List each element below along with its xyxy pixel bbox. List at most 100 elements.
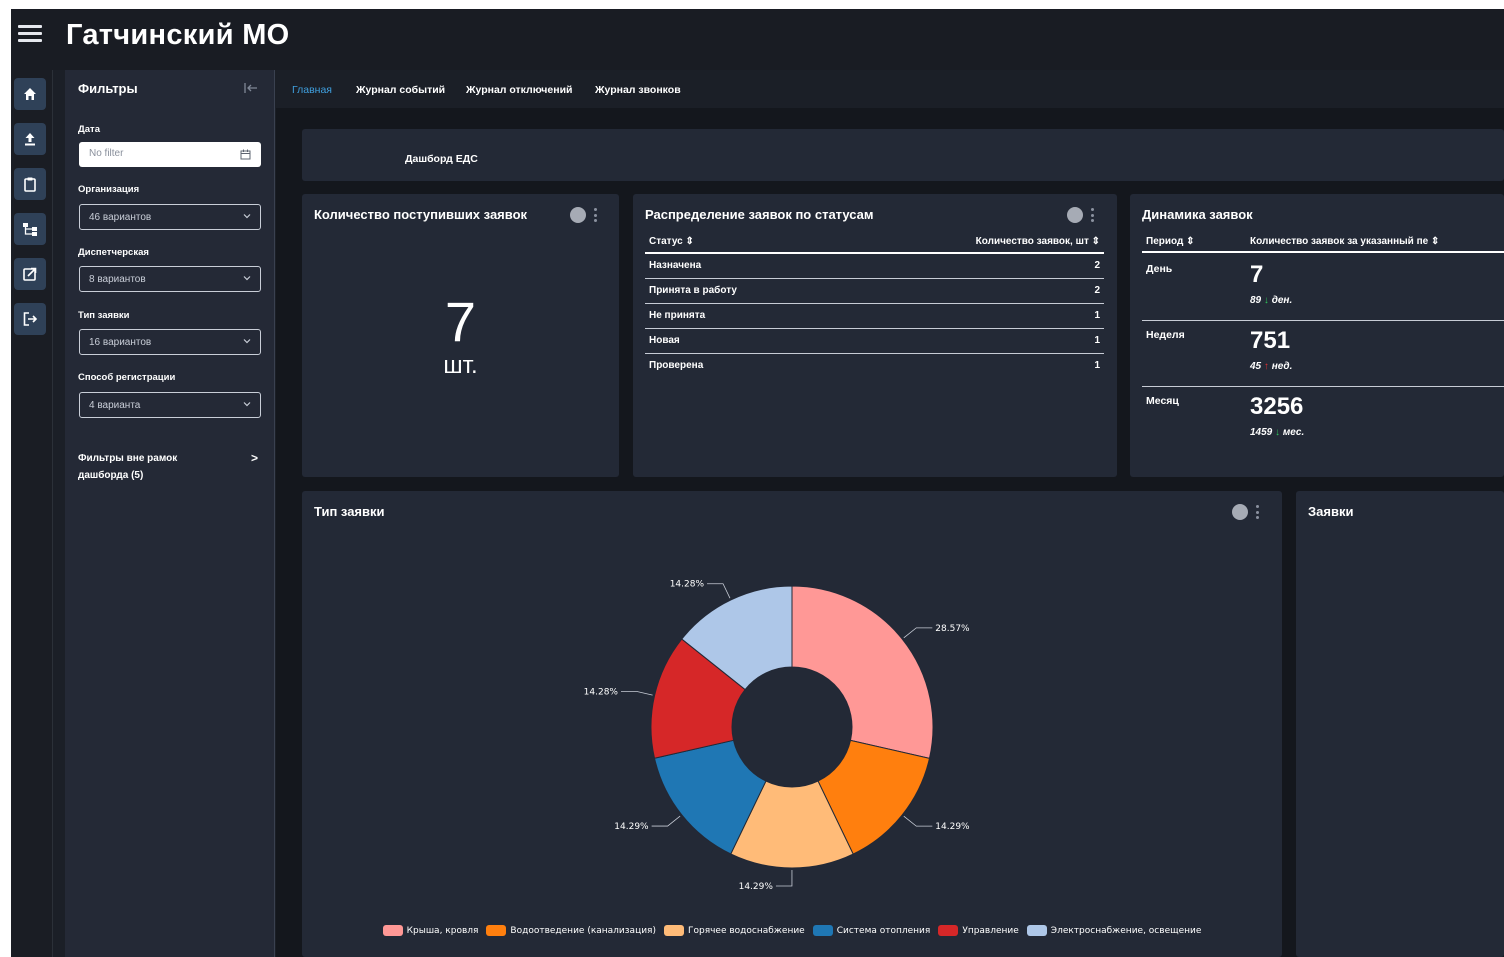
calendar-icon [240,149,251,160]
status-card-title: Распределение заявок по статусам [645,207,874,222]
comparison: 1459 ↓ мес. [1250,427,1304,438]
legend-item[interactable]: Крыша, кровля [382,925,479,936]
legend-label: Крыша, кровля [406,925,479,936]
legend-label: Водоотведение (канализация) [510,925,656,936]
dispatch-select-value: 8 вариантов [89,274,146,285]
request-count-title: Количество поступивших заявок [314,207,528,222]
date-filter-label: Дата [78,124,100,135]
tab-home[interactable]: Главная [292,84,332,96]
comparison: 45 ↑ нед. [1250,361,1292,372]
table-row: Назначена 2 [645,253,1104,279]
tab-outages-log[interactable]: Журнал отключений [466,84,572,96]
amount-value: 7 [1250,261,1264,288]
dynamics-card: Динамика заявок Период ⇕ Количество заяв… [1130,194,1504,477]
comparison-unit: мес. [1282,427,1305,438]
collapse-panel-icon[interactable] [244,82,258,94]
dispatch-select[interactable]: 8 вариантов [79,266,261,292]
request-count-card: Количество поступивших заявок 7 шт. [302,194,619,477]
organization-select[interactable]: 46 вариантов [79,204,261,230]
slice-label-leader [707,583,731,599]
legend-swatch [382,925,403,936]
registration-select[interactable]: 4 варианта [79,392,261,418]
dispatch-filter-label: Диспетчерская [78,247,149,258]
app-frame: Гатчинский МО Фильтры Дата No filter Орг… [11,9,1504,957]
count-cell: 2 [837,253,1104,279]
home-icon[interactable] [14,78,46,110]
slice-label: 14.28% [584,688,619,698]
dashboard-banner-title: Дашборд ЕДС [405,153,478,165]
chevron-down-icon [243,402,251,407]
dynamics-table-header: Период ⇕ Количество заявок за указанный … [1142,231,1504,253]
comparison-value: 45 [1250,361,1262,372]
tab-events-log[interactable]: Журнал событий [356,84,445,96]
count-cell: 1 [837,328,1104,354]
count-cell: 1 [837,303,1104,329]
outside-filters-toggle[interactable]: Фильтры вне рамок дашборда (5) > [78,450,258,484]
legend-item[interactable]: Управление [938,925,1019,936]
external-link-icon[interactable] [14,258,46,290]
menu-icon[interactable] [18,25,42,43]
period-cell: Неделя [1146,329,1185,341]
table-row: Месяц 3256 1459 ↓ мес. [1142,387,1504,453]
requests-card-title: Заявки [1308,504,1354,519]
card-filter-icon[interactable] [570,207,586,223]
filter-panel: Фильтры Дата No filter Организация 46 ва… [65,70,275,957]
left-rail [11,70,53,957]
request-type-card: Тип заявки 28.57% 14.29% 14.29% 14.29% 14.28… [302,491,1282,957]
status-cell: Принята в работу [645,278,838,304]
tab-bar: Главная Журнал событий Журнал отключений… [276,70,1504,108]
slice-label: 14.28% [670,580,705,590]
tab-calls-log[interactable]: Журнал звонков [595,84,681,96]
clipboard-icon[interactable] [14,168,46,200]
card-menu-icon[interactable] [1091,208,1094,222]
slice-label-leader [903,815,933,827]
table-row: Не принята 1 [645,303,1104,329]
slice-label-leader [651,815,681,827]
trend-up-icon: ↑ [1263,361,1269,372]
legend-swatch [663,925,684,936]
slice-label-leader [775,869,793,887]
slice-label: 14.29% [935,822,970,832]
status-column-header[interactable]: Статус ⇕ [645,231,838,254]
chevron-down-icon [243,276,251,281]
legend-label: Горячее водоснабжение [687,925,805,936]
request-type-filter-label: Тип заявки [78,310,130,321]
period-column-header[interactable]: Период ⇕ [1146,236,1195,247]
amount-column-header[interactable]: Количество заявок за указанный пе ⇕ [1250,236,1439,247]
card-menu-icon[interactable] [594,208,597,222]
trend-down-icon: ↓ [1275,427,1281,438]
pie-slice[interactable] [791,585,934,759]
legend-swatch [938,925,959,936]
outside-filters-line2: дашборда (5) [78,470,144,481]
card-filter-icon[interactable] [1067,207,1083,223]
legend-swatch [812,925,833,936]
table-row: Принята в работу 2 [645,278,1104,304]
chevron-down-icon [243,214,251,219]
chart-legend: Крыша, кровля Водоотведение (канализация)… [302,925,1282,936]
comparison-unit: ден. [1271,295,1293,306]
status-card: Распределение заявок по статусам Статус … [633,194,1117,477]
legend-item[interactable]: Система отопления [812,925,931,936]
slice-label: 14.29% [739,882,774,892]
logout-icon[interactable] [14,303,46,335]
table-row: Новая 1 [645,328,1104,354]
request-type-select[interactable]: 16 вариантов [79,329,261,355]
upload-icon[interactable] [14,123,46,155]
status-table: Статус ⇕ Количество заявок, шт ⇕ Назначе… [645,231,1104,378]
legend-item[interactable]: Водоотведение (канализация) [486,925,656,936]
count-cell: 1 [1094,360,1100,372]
dashboard-content: Дашборд ЕДС Количество поступивших заяво… [276,108,1504,957]
legend-label: Система отопления [836,925,931,936]
legend-item[interactable]: Горячее водоснабжение [663,925,805,936]
request-count-unit: шт. [443,352,478,379]
date-filter-input[interactable]: No filter [79,142,261,167]
count-column-header[interactable]: Количество заявок, шт ⇕ [837,231,1104,254]
request-count-value: 7 [444,290,477,353]
status-cell: Новая [645,328,838,354]
legend-swatch [1026,925,1047,936]
legend-label: Электроснабжение, освещение [1050,925,1202,936]
legend-item[interactable]: Электроснабжение, освещение [1026,925,1202,936]
slice-label: 14.29% [614,822,649,832]
hierarchy-icon[interactable] [14,213,46,245]
comparison-unit: нед. [1271,361,1293,372]
